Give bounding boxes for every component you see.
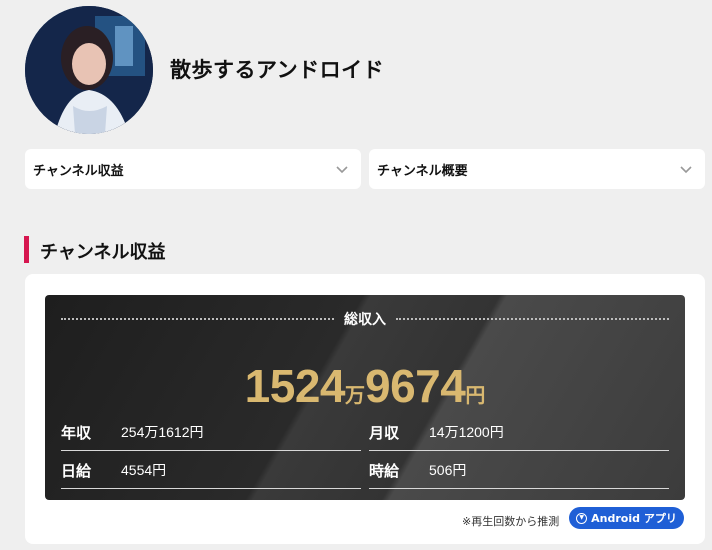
divider (61, 318, 334, 320)
dropdown-label: チャンネル概要 (377, 163, 468, 179)
download-icon: ▼ (576, 512, 588, 524)
channel-revenue-dropdown[interactable]: チャンネル収益 (25, 149, 361, 189)
stat-key: 年収 (61, 423, 92, 442)
stat-hourly: 時給 506円 (369, 452, 669, 489)
stat-value: 14万1200円 (429, 424, 504, 440)
total-amount-part2: 9674 (365, 360, 466, 412)
channel-name: 散歩するアンドロイド (170, 58, 385, 82)
channel-overview-dropdown[interactable]: チャンネル概要 (369, 149, 705, 189)
total-amount: 1524万9674円 (45, 359, 685, 413)
total-header: 総収入 (61, 309, 669, 329)
stat-daily: 日給 4554円 (61, 452, 361, 489)
stat-value: 254万1612円 (121, 424, 204, 440)
stat-key: 時給 (369, 461, 400, 480)
chevron-down-icon (336, 166, 348, 174)
avatar-image (25, 6, 153, 134)
android-app-button[interactable]: ▼ Android アプリ (569, 507, 684, 529)
stat-value: 4554円 (121, 462, 167, 478)
total-amount-unit2: 円 (465, 385, 486, 407)
revenue-panel: 総収入 1524万9674円 年収 254万1612円 月収 14万1200円 … (45, 295, 685, 500)
stat-key: 月収 (369, 423, 400, 442)
section-title: チャンネル収益 (40, 242, 166, 263)
total-amount-unit1: 万 (345, 385, 365, 407)
android-app-button-label: Android アプリ (591, 512, 677, 525)
divider (396, 318, 669, 320)
stat-value: 506円 (429, 462, 467, 478)
section-accent-bar (24, 236, 29, 263)
stat-yearly: 年収 254万1612円 (61, 414, 361, 451)
total-label: 総収入 (344, 312, 386, 328)
dropdown-label: チャンネル収益 (33, 163, 124, 179)
estimate-note: ※再生回数から推測 (462, 515, 560, 528)
avatar (25, 6, 153, 134)
stat-key: 日給 (61, 461, 92, 480)
chevron-down-icon (680, 166, 692, 174)
stat-monthly: 月収 14万1200円 (369, 414, 669, 451)
total-amount-part1: 1524 (244, 360, 346, 412)
